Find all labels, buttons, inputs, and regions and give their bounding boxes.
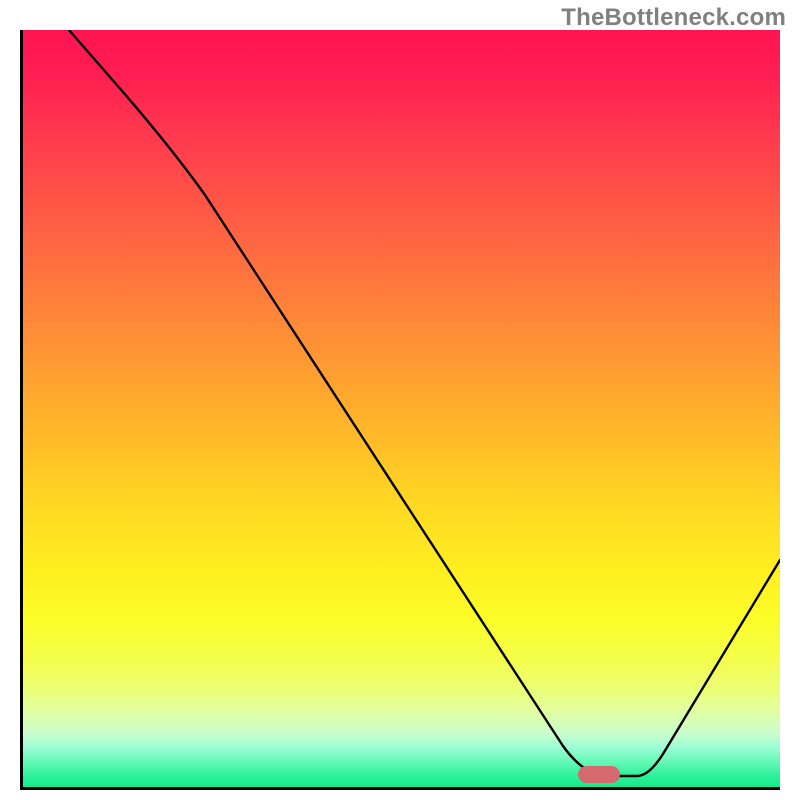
plot-area xyxy=(20,30,780,790)
curve-path xyxy=(69,30,780,776)
chart-stage: TheBottleneck.com xyxy=(0,0,800,800)
watermark-text: TheBottleneck.com xyxy=(561,4,786,32)
optimal-range-marker xyxy=(578,766,620,783)
bottleneck-curve xyxy=(23,30,780,787)
